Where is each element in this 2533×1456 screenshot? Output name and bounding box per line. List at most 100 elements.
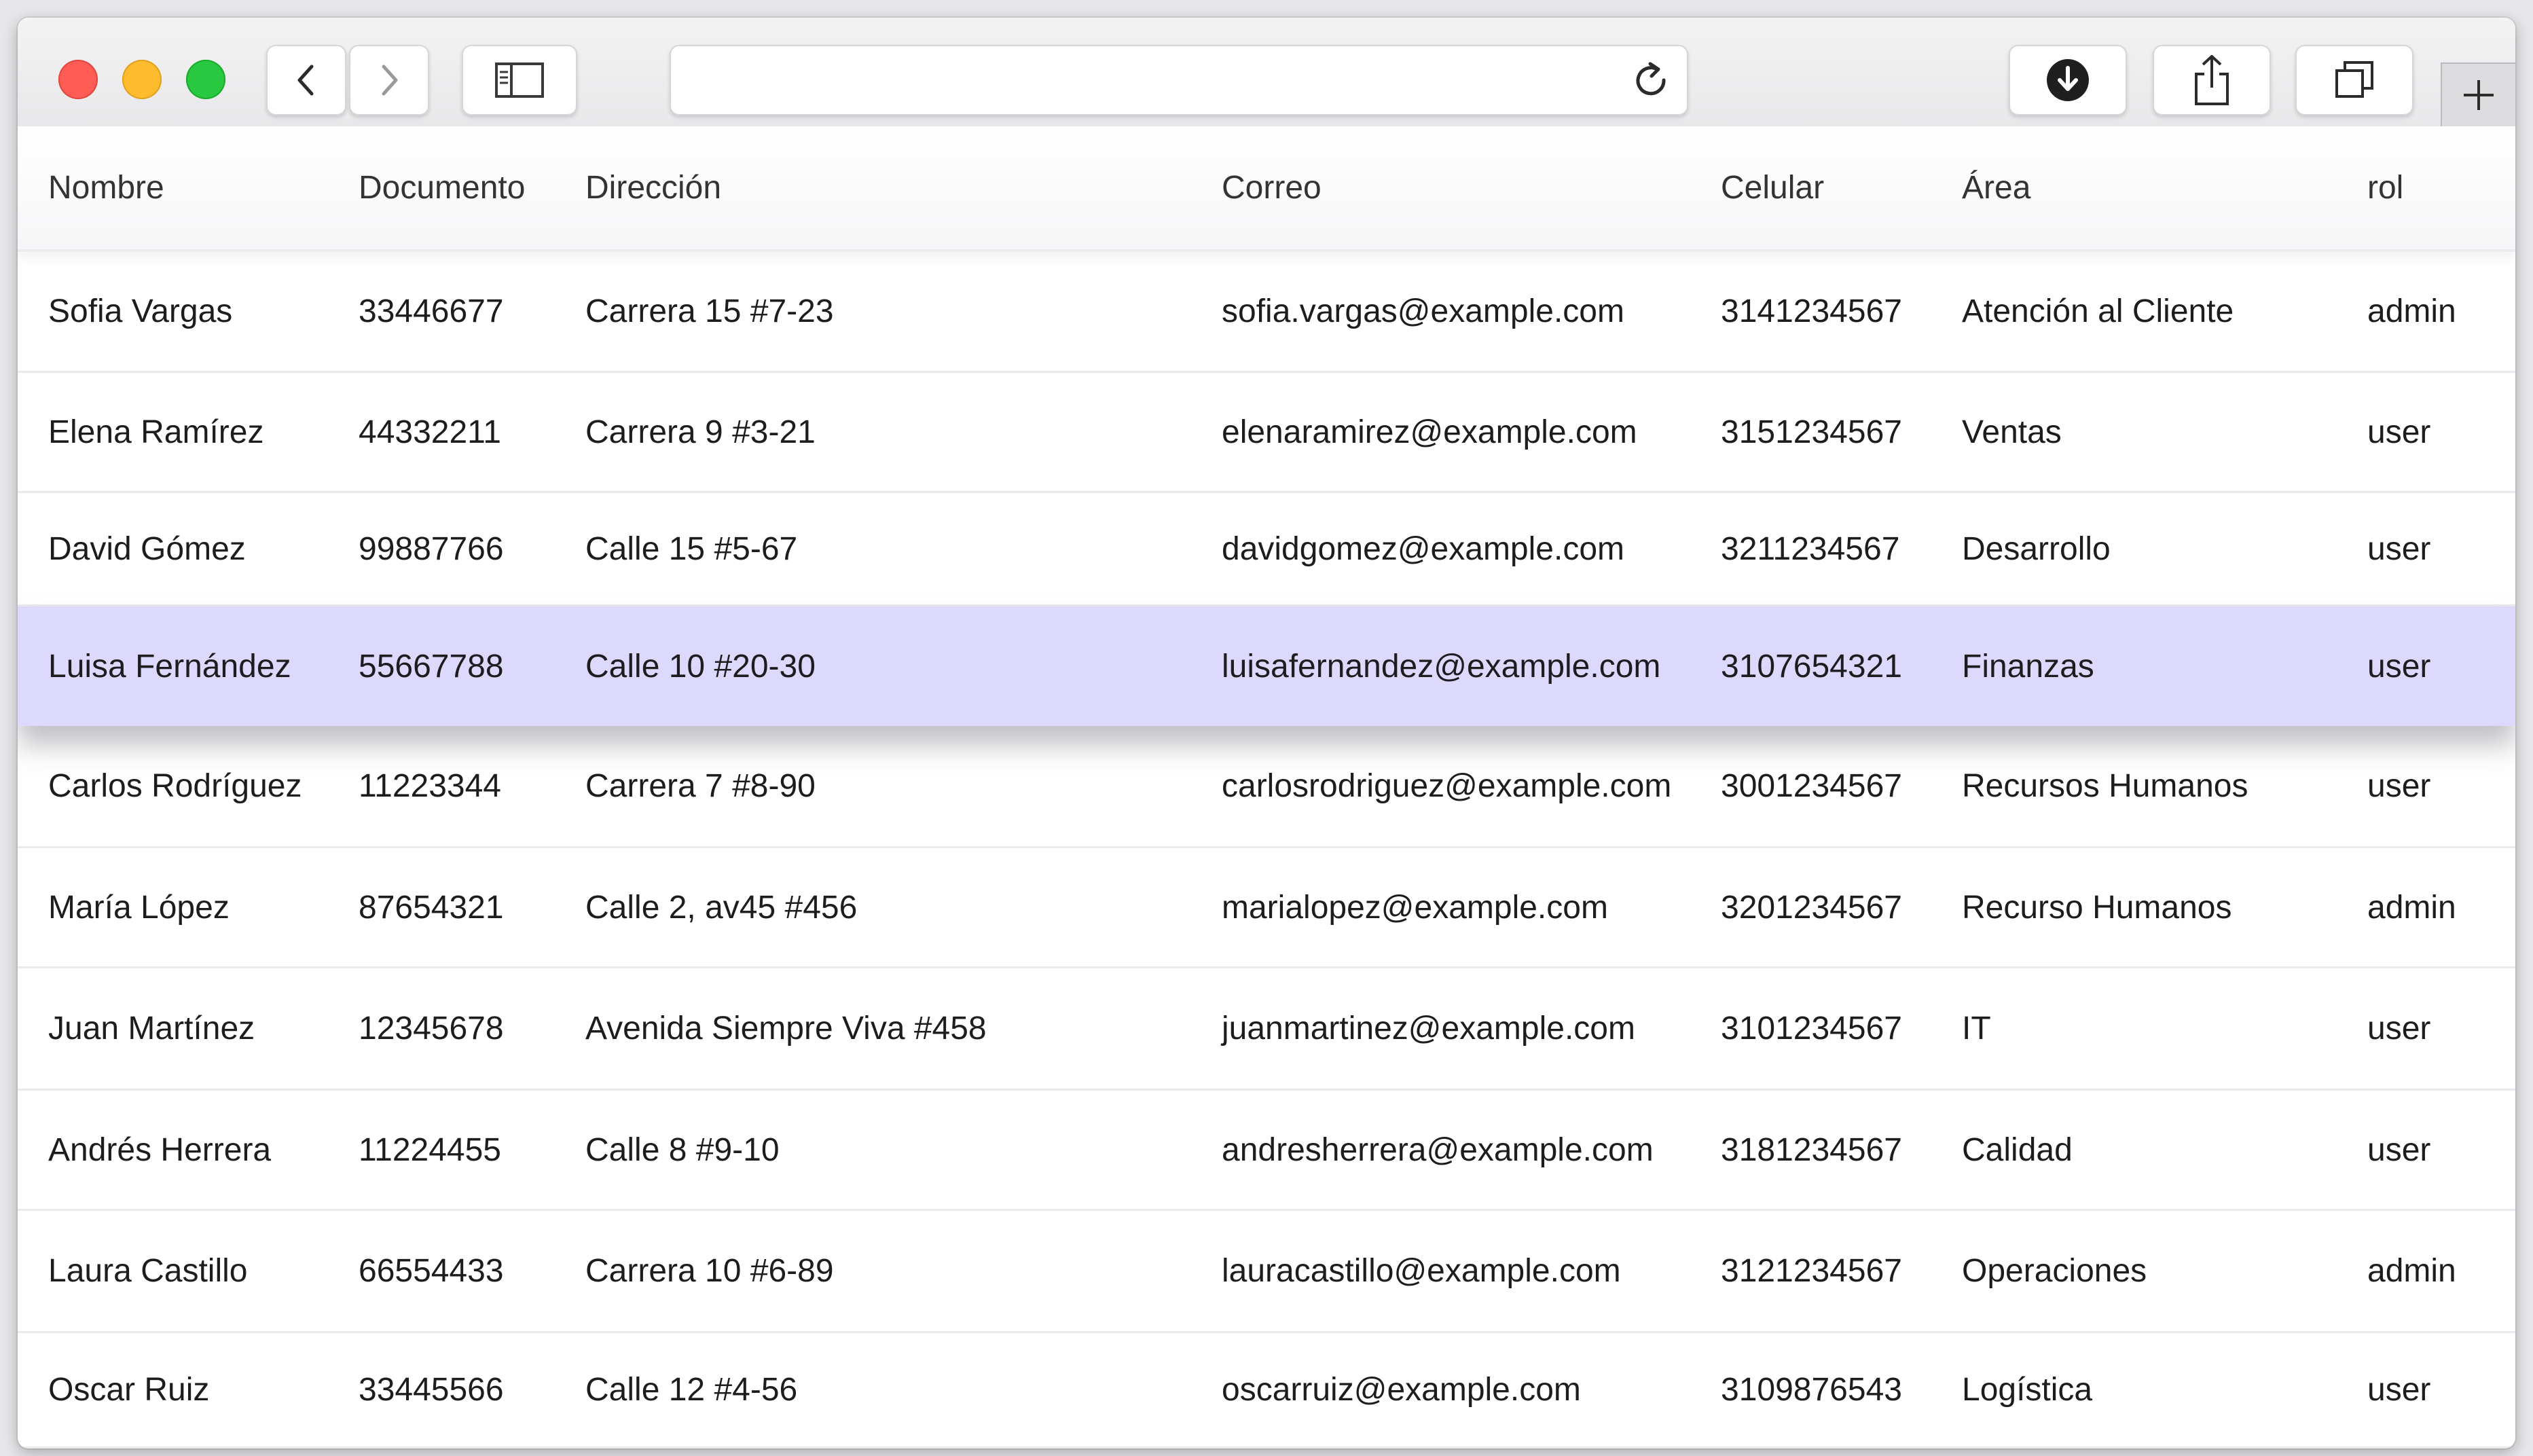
cell-correo: oscarruiz@example.com — [1222, 1372, 1581, 1408]
cell-direccion: Carrera 10 #6-89 — [585, 1253, 834, 1289]
cell-nombre: Juan Martínez — [48, 1011, 255, 1046]
chevron-left-icon — [297, 65, 314, 96]
cell-rol: admin — [2367, 889, 2456, 926]
cell-nombre: Carlos Rodríguez — [48, 768, 302, 804]
address-bar[interactable] — [670, 45, 1688, 115]
cell-nombre: Sofia Vargas — [48, 293, 233, 329]
table-row[interactable]: Sofia Vargas 33446677 Carrera 15 #7-23 sofi… — [18, 252, 2515, 373]
table-header: Nombre Documento Dirección Correo Celula… — [18, 126, 2515, 252]
cell-direccion: Carrera 7 #8-90 — [585, 768, 816, 804]
share-icon — [2195, 55, 2229, 105]
tabs-overview-button[interactable] — [2295, 45, 2413, 115]
cell-nombre: María López — [48, 889, 230, 926]
header-rol[interactable]: rol — [2367, 126, 2403, 249]
header-direccion[interactable]: Dirección — [585, 126, 721, 249]
header-celular[interactable]: Celular — [1721, 126, 1824, 249]
cell-direccion: Avenida Siempre Viva #458 — [585, 1011, 987, 1046]
cell-correo: lauracastillo@example.com — [1222, 1253, 1621, 1289]
cell-direccion: Calle 12 #4-56 — [585, 1372, 798, 1408]
cell-documento: 33446677 — [359, 293, 504, 329]
share-button[interactable] — [2153, 45, 2271, 115]
cell-correo: davidgomez@example.com — [1222, 530, 1624, 567]
cell-documento: 33445566 — [359, 1372, 504, 1408]
cell-rol: user — [2367, 530, 2431, 567]
toolbar — [18, 18, 2515, 128]
browser-window: Nombre Documento Dirección Correo Celula… — [18, 18, 2515, 1449]
header-area[interactable]: Área — [1962, 126, 2030, 249]
table-row[interactable]: Juan Martínez 12345678 Avenida Siempre Viv… — [18, 968, 2515, 1091]
cell-nombre: Oscar Ruiz — [48, 1372, 210, 1408]
cell-celular: 3141234567 — [1721, 293, 1902, 329]
cell-area: Logística — [1962, 1372, 2093, 1408]
cell-documento: 55667788 — [359, 648, 504, 685]
cell-correo: juanmartinez@example.com — [1222, 1011, 1635, 1046]
cell-area: Ventas — [1962, 414, 2062, 450]
table-row[interactable]: Elena Ramírez 44332211 Carrera 9 #3-21 elen… — [18, 373, 2515, 493]
download-icon — [2047, 59, 2089, 101]
table-row[interactable]: Laura Castillo 66554433 Carrera 10 #6-89 la… — [18, 1211, 2515, 1333]
table-row[interactable]: Andrés Herrera 11224455 Calle 8 #9-10 andre… — [18, 1091, 2515, 1211]
cell-correo: carlosrodriguez@example.com — [1222, 768, 1672, 804]
table-row[interactable]: María López 87654321 Calle 2, av45 #456 mar… — [18, 848, 2515, 968]
cell-area: Recurso Humanos — [1962, 889, 2232, 926]
header-nombre[interactable]: Nombre — [48, 126, 164, 249]
cell-direccion: Carrera 15 #7-23 — [585, 293, 834, 329]
cell-documento: 11223344 — [359, 768, 501, 804]
cell-nombre: Laura Castillo — [48, 1253, 248, 1289]
users-table: Nombre Documento Dirección Correo Celula… — [18, 126, 2515, 1449]
cell-documento: 44332211 — [359, 414, 501, 450]
cell-rol: user — [2367, 768, 2431, 804]
cell-documento: 99887766 — [359, 530, 504, 567]
cell-direccion: Calle 8 #9-10 — [585, 1131, 780, 1168]
cell-nombre: Andrés Herrera — [48, 1131, 272, 1168]
sidebar-icon — [495, 62, 544, 98]
cell-celular: 3001234567 — [1721, 768, 1902, 804]
cell-celular: 3109876543 — [1721, 1372, 1902, 1408]
cell-celular: 3211234567 — [1721, 530, 1900, 567]
forward-button[interactable] — [349, 45, 429, 115]
cell-rol: user — [2367, 1011, 2431, 1046]
cell-rol: user — [2367, 1131, 2431, 1168]
cell-celular: 3151234567 — [1721, 414, 1902, 450]
new-tab-button[interactable] — [2441, 62, 2515, 126]
table-row[interactable]: Luisa Fernández 55667788 Calle 10 #20-30 lu… — [18, 606, 2515, 726]
cell-nombre: David Gómez — [48, 530, 246, 567]
cell-rol: user — [2367, 648, 2431, 685]
close-window-button[interactable] — [58, 60, 98, 99]
cell-correo: marialopez@example.com — [1222, 889, 1608, 926]
cell-documento: 11224455 — [359, 1131, 501, 1168]
table-row[interactable]: Carlos Rodríguez 11223344 Carrera 7 #8-90 c… — [18, 726, 2515, 848]
cell-direccion: Calle 15 #5-67 — [585, 530, 798, 567]
cell-documento: 12345678 — [359, 1011, 504, 1046]
sidebar-button[interactable] — [462, 45, 577, 115]
table-row[interactable]: Oscar Ruiz 33445566 Calle 12 #4-56 oscarrui… — [18, 1333, 2515, 1449]
cell-celular: 3181234567 — [1721, 1131, 1902, 1168]
header-correo[interactable]: Correo — [1222, 126, 1322, 249]
cell-area: Desarrollo — [1962, 530, 2111, 567]
minimize-window-button[interactable] — [122, 60, 162, 99]
cell-area: Atención al Cliente — [1962, 293, 2234, 329]
table-row[interactable]: David Gómez 99887766 Calle 15 #5-67 davidgo… — [18, 493, 2515, 606]
header-documento[interactable]: Documento — [359, 126, 525, 249]
cell-documento: 87654321 — [359, 889, 504, 926]
cell-correo: sofia.vargas@example.com — [1222, 293, 1624, 329]
cell-area: Calidad — [1962, 1131, 2073, 1168]
cell-rol: user — [2367, 414, 2431, 450]
chevron-right-icon — [382, 65, 398, 96]
cell-celular: 3201234567 — [1721, 889, 1902, 926]
zoom-window-button[interactable] — [186, 60, 225, 99]
cell-area: Finanzas — [1962, 648, 2094, 685]
cell-celular: 3107654321 — [1721, 648, 1902, 685]
cell-direccion: Calle 2, av45 #456 — [585, 889, 858, 926]
plus-icon — [2464, 80, 2494, 110]
cell-nombre: Elena Ramírez — [48, 414, 264, 450]
cell-correo: andresherrera@example.com — [1222, 1131, 1654, 1168]
cell-area: Operaciones — [1962, 1253, 2147, 1289]
cell-area: IT — [1962, 1011, 1991, 1046]
reload-icon[interactable] — [1630, 60, 1673, 103]
cell-direccion: Calle 10 #20-30 — [585, 648, 816, 685]
cell-celular: 3121234567 — [1721, 1253, 1902, 1289]
back-button[interactable] — [266, 45, 346, 115]
cell-rol: user — [2367, 1372, 2431, 1408]
downloads-button[interactable] — [2009, 45, 2127, 115]
